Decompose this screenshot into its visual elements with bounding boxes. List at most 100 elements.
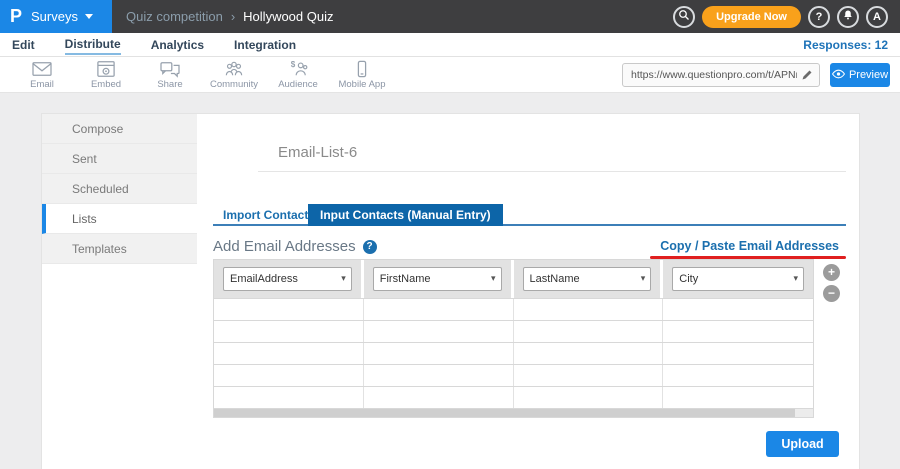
email-icon bbox=[31, 60, 53, 78]
email-lists-card: Compose Sent Scheduled Lists Templates E… bbox=[41, 113, 860, 469]
grid-cell[interactable] bbox=[663, 365, 813, 386]
grid-cell[interactable] bbox=[364, 387, 514, 408]
preview-button[interactable]: Preview bbox=[830, 63, 890, 87]
grid-cell[interactable] bbox=[364, 299, 514, 320]
scrollbar-thumb[interactable] bbox=[214, 409, 795, 417]
grid-cell[interactable] bbox=[663, 387, 813, 408]
grid-cell[interactable] bbox=[663, 343, 813, 364]
field-select-first-name[interactable]: FirstName bbox=[373, 267, 502, 291]
responses-count[interactable]: Responses: 12 bbox=[803, 38, 888, 52]
grid-cell[interactable] bbox=[663, 299, 813, 320]
tab-input-contacts-manual-entry[interactable]: Input Contacts (Manual Entry) bbox=[308, 204, 503, 226]
grid-row bbox=[214, 386, 813, 408]
breadcrumb: Quiz competition › Hollywood Quiz bbox=[126, 9, 334, 24]
surveys-product-switcher[interactable]: P Surveys bbox=[0, 0, 112, 33]
notifications-button[interactable] bbox=[837, 6, 859, 28]
channel-audience[interactable]: $ Audience bbox=[273, 60, 323, 90]
grid-cell[interactable] bbox=[364, 343, 514, 364]
avatar[interactable]: A bbox=[866, 6, 888, 28]
horizontal-scrollbar[interactable] bbox=[214, 408, 813, 417]
edit-url-icon[interactable] bbox=[799, 69, 819, 81]
grid-cell[interactable] bbox=[514, 321, 664, 342]
breadcrumb-survey-name[interactable]: Hollywood Quiz bbox=[243, 9, 333, 24]
upgrade-now-button[interactable]: Upgrade Now bbox=[702, 6, 801, 28]
grid-header-cell: EmailAddress ▾ bbox=[214, 260, 364, 298]
grid-header-cell: FirstName ▾ bbox=[364, 260, 514, 298]
add-row-button[interactable]: + bbox=[823, 264, 840, 281]
section-heading: Add Email Addresses ? bbox=[213, 238, 377, 255]
section-heading-label: Add Email Addresses bbox=[213, 238, 356, 255]
survey-url-box bbox=[622, 63, 820, 87]
help-icon[interactable]: ? bbox=[363, 240, 377, 254]
grid-cell[interactable] bbox=[364, 321, 514, 342]
breadcrumb-folder[interactable]: Quiz competition bbox=[126, 9, 223, 24]
sidebar-item-compose[interactable]: Compose bbox=[42, 114, 197, 144]
remove-row-button[interactable]: − bbox=[823, 285, 840, 302]
grid-cell[interactable] bbox=[514, 299, 664, 320]
nav-item-distribute[interactable]: Distribute bbox=[65, 35, 121, 55]
field-select-last-name[interactable]: LastName bbox=[523, 267, 652, 291]
grid-cell[interactable] bbox=[663, 321, 813, 342]
breadcrumb-separator: › bbox=[231, 9, 235, 24]
grid-header-row: EmailAddress ▾ FirstName ▾ LastName bbox=[214, 260, 813, 298]
sidebar-item-templates[interactable]: Templates bbox=[42, 234, 197, 264]
nav-item-integration[interactable]: Integration bbox=[234, 36, 296, 54]
channel-list: Email Embed Share Community bbox=[17, 60, 387, 90]
channel-mobile-app[interactable]: Mobile App bbox=[337, 60, 387, 90]
survey-nav: Edit Distribute Analytics Integration Re… bbox=[0, 33, 900, 57]
top-bar: P Surveys Quiz competition › Hollywood Q… bbox=[0, 0, 900, 33]
chevron-down-icon bbox=[85, 14, 93, 19]
sidebar-item-scheduled[interactable]: Scheduled bbox=[42, 174, 197, 204]
channel-share[interactable]: Share bbox=[145, 60, 195, 90]
add-emails-section-header: Add Email Addresses ? Copy / Paste Email… bbox=[213, 236, 846, 256]
channel-label: Audience bbox=[278, 79, 318, 90]
grid-cell[interactable] bbox=[214, 299, 364, 320]
grid-cell[interactable] bbox=[214, 321, 364, 342]
search-button[interactable] bbox=[673, 6, 695, 28]
channel-embed[interactable]: Embed bbox=[81, 60, 131, 90]
grid-cell[interactable] bbox=[364, 365, 514, 386]
channel-label: Mobile App bbox=[338, 79, 385, 90]
grid-cell[interactable] bbox=[214, 387, 364, 408]
tab-import-contacts[interactable]: Import Contacts bbox=[223, 208, 315, 222]
grid-cell[interactable] bbox=[514, 343, 664, 364]
eye-icon bbox=[832, 69, 845, 82]
embed-icon bbox=[95, 60, 117, 78]
channel-community[interactable]: Community bbox=[209, 60, 259, 90]
grid-cell[interactable] bbox=[214, 365, 364, 386]
field-select-city[interactable]: City bbox=[672, 267, 804, 291]
grid-row bbox=[214, 320, 813, 342]
community-icon bbox=[223, 60, 245, 78]
grid-cell[interactable] bbox=[214, 343, 364, 364]
channel-label: Embed bbox=[91, 79, 121, 90]
distribute-toolbar: Email Embed Share Community bbox=[0, 57, 900, 93]
list-title: Email-List-6 bbox=[278, 144, 357, 161]
sidebar-item-lists[interactable]: Lists bbox=[42, 204, 197, 234]
nav-item-edit[interactable]: Edit bbox=[12, 36, 35, 54]
contacts-entry-grid: EmailAddress ▾ FirstName ▾ LastName bbox=[213, 259, 814, 418]
questionpro-logo: P bbox=[10, 6, 22, 27]
grid-row bbox=[214, 342, 813, 364]
topbar-actions: Upgrade Now ? A bbox=[673, 6, 900, 28]
channel-email[interactable]: Email bbox=[17, 60, 67, 90]
sidebar-item-sent[interactable]: Sent bbox=[42, 144, 197, 174]
product-label: Surveys bbox=[31, 9, 78, 24]
mobile-app-icon bbox=[351, 60, 373, 78]
grid-header-cell: LastName ▾ bbox=[514, 260, 664, 298]
help-button[interactable]: ? bbox=[808, 6, 830, 28]
grid-row bbox=[214, 364, 813, 386]
survey-url-input[interactable] bbox=[623, 69, 799, 81]
bell-icon bbox=[842, 9, 854, 24]
row-add-remove-controls: + − bbox=[823, 264, 840, 302]
audience-icon: $ bbox=[287, 60, 309, 78]
upload-button[interactable]: Upload bbox=[766, 431, 839, 457]
copy-paste-email-addresses-link[interactable]: Copy / Paste Email Addresses bbox=[660, 239, 839, 253]
grid-cell[interactable] bbox=[514, 387, 664, 408]
title-divider bbox=[258, 171, 846, 172]
nav-item-analytics[interactable]: Analytics bbox=[151, 36, 204, 54]
grid-cell[interactable] bbox=[514, 365, 664, 386]
contacts-tabs: Import Contacts Input Contacts (Manual E… bbox=[213, 204, 846, 226]
field-select-wrap: City ▾ bbox=[672, 267, 804, 291]
field-select-wrap: FirstName ▾ bbox=[373, 267, 502, 291]
field-select-email-address[interactable]: EmailAddress bbox=[223, 267, 352, 291]
